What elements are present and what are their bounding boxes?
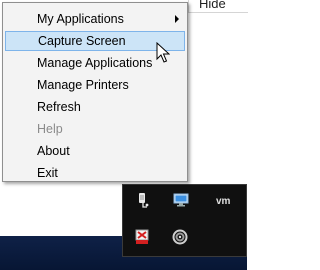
usb-device-icon[interactable] [135,192,151,208]
menu-item-label: Exit [37,166,58,180]
menu-item-label: Refresh [37,100,81,114]
menu-item-my-applications[interactable]: My Applications [5,9,185,29]
menu-item-label: My Applications [37,12,124,26]
menu-item-about[interactable]: About [5,141,185,161]
menu-item-label: About [37,144,70,158]
submenu-arrow-icon [175,15,179,23]
menu-item-label: Help [37,122,63,136]
menu-item-label: Manage Applications [37,56,153,70]
menu-item-manage-printers[interactable]: Manage Printers [5,75,185,95]
monitor-icon[interactable] [173,192,189,208]
menu-item-exit[interactable]: Exit [5,163,185,183]
swirl-icon[interactable] [172,229,188,245]
menu-item-help: Help [5,119,185,139]
hide-button[interactable]: Hide [199,0,226,11]
menu-item-label: Capture Screen [38,34,126,48]
context-menu: My Applications Capture Screen Manage Ap… [2,2,188,182]
vmware-icon[interactable]: vm [215,192,231,208]
menu-item-refresh[interactable]: Refresh [5,97,185,117]
red-flag-icon[interactable] [134,229,150,245]
tray-overflow-panel: vm [122,184,247,257]
svg-text:vm: vm [216,196,231,207]
mouse-pointer-icon [156,41,171,64]
menu-item-label: Manage Printers [37,78,129,92]
